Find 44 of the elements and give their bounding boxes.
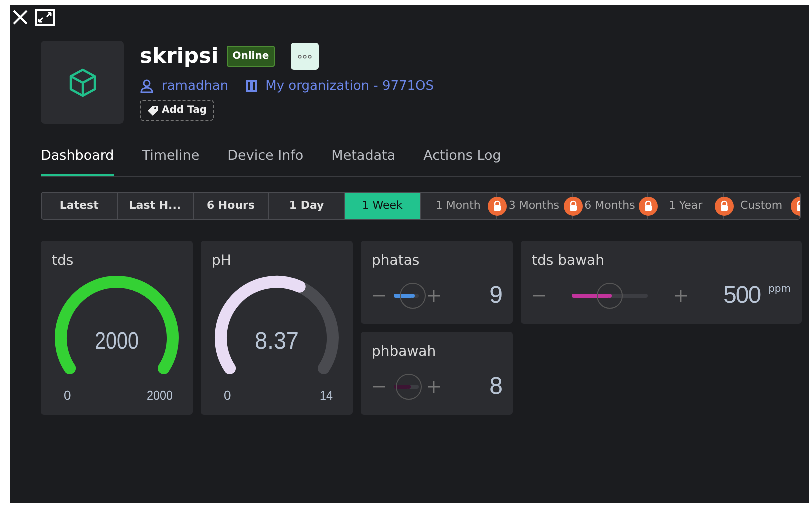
slider-thumb[interactable] [400, 283, 426, 310]
gauge-max: 2000 [147, 388, 176, 404]
slider-value: 9 [488, 281, 502, 312]
time-range-button[interactable]: 1 Week [345, 193, 421, 220]
user-icon [140, 79, 154, 94]
status-tag: Online [226, 46, 276, 68]
tag-icon [147, 105, 159, 116]
tab[interactable]: Device Info [228, 146, 304, 176]
device-name: skripsi [140, 43, 219, 70]
tab[interactable]: Dashboard [41, 146, 114, 176]
time-range-button[interactable]: 1 Day [269, 193, 346, 220]
tab[interactable]: Timeline [142, 146, 200, 176]
gauge-value: 8.37 [255, 328, 302, 356]
widget-title: tds bawah [532, 252, 606, 272]
more-button[interactable] [291, 43, 320, 70]
widget-title: tds [52, 252, 75, 272]
close-icon[interactable] [12, 9, 29, 26]
slider-value: 8 [488, 372, 502, 402]
building-icon [244, 79, 258, 94]
plus-icon[interactable] [427, 289, 441, 304]
add-tag-button[interactable]: Add Tag [140, 100, 214, 121]
widget-title: phatas [372, 252, 421, 272]
unit-label: ppm [768, 283, 791, 298]
time-range-button[interactable]: 6 Hours [194, 193, 270, 220]
gauge-max: 14 [320, 388, 334, 404]
slider-thumb[interactable] [596, 283, 623, 310]
tab[interactable]: Metadata [332, 146, 396, 176]
time-range-button[interactable]: Last H... [118, 193, 194, 220]
more-icon [298, 54, 312, 59]
time-range-button[interactable]: Latest [42, 193, 118, 220]
plus-icon[interactable] [427, 380, 441, 394]
time-range-button[interactable]: 1 Month [420, 193, 497, 220]
widget-title: phbawah [372, 343, 438, 362]
slider-value: 500 [724, 281, 761, 312]
gauge-min: 0 [64, 388, 72, 404]
expand-icon[interactable] [35, 9, 55, 26]
slider-thumb[interactable] [396, 374, 422, 400]
gauge-min: 0 [224, 388, 232, 404]
owner-link[interactable]: ramadhan [162, 76, 229, 96]
organization-link[interactable]: My organization - 9771OS [266, 76, 434, 96]
plus-icon[interactable] [674, 289, 688, 304]
widget-title: pH [212, 252, 232, 272]
gauge-value: 2000 [95, 328, 148, 356]
tab[interactable]: Actions Log [424, 146, 502, 176]
